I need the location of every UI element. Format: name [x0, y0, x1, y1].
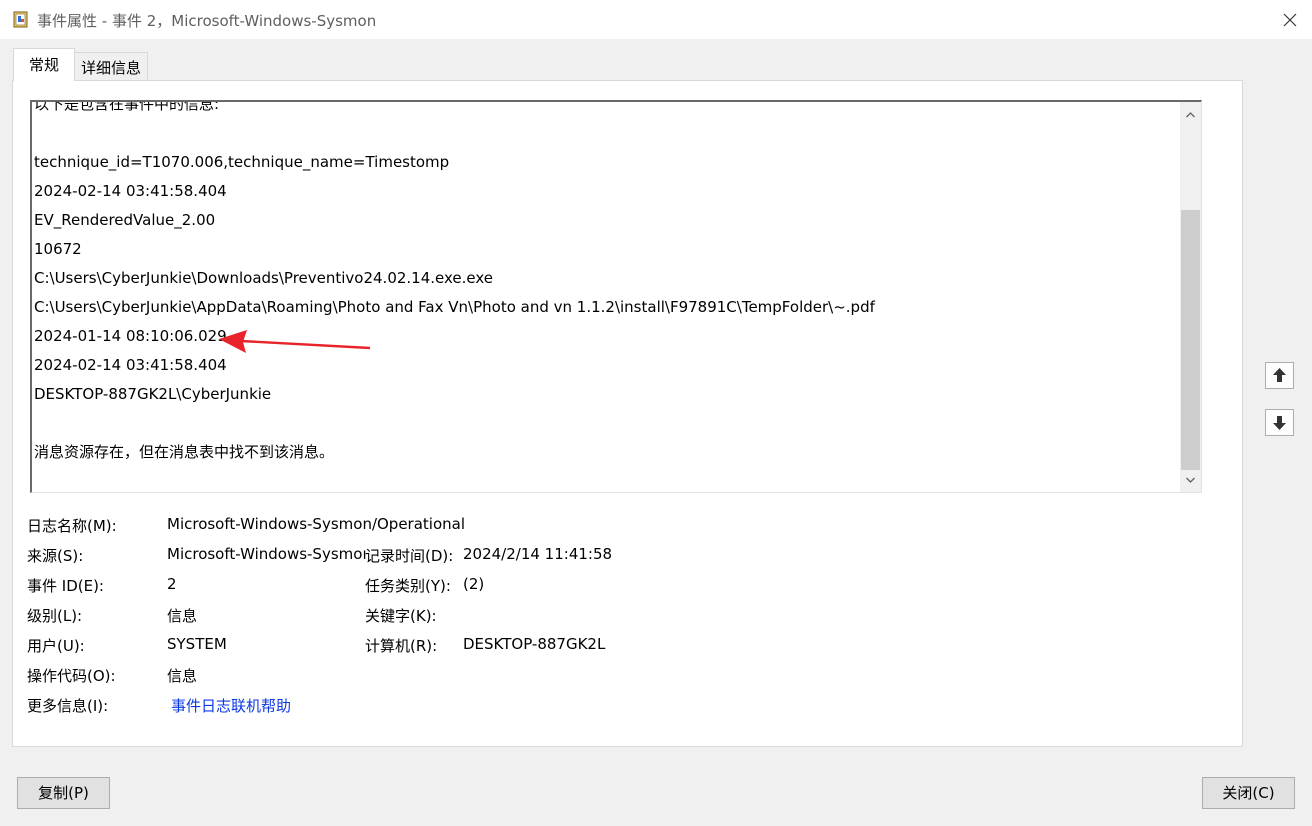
task-category-value: (2): [463, 575, 485, 593]
level-value: 信息: [167, 607, 198, 625]
logged-value: 2024/2/14 11:41:58: [463, 545, 613, 563]
event-id-value: 2: [167, 575, 177, 593]
opcode-value: 信息: [167, 667, 198, 685]
previous-event-button[interactable]: [1265, 362, 1294, 389]
description-line: C:\Users\CyberJunkie\Downloads\Preventiv…: [34, 269, 494, 287]
scroll-down-icon[interactable]: [1180, 469, 1201, 491]
description-line: 2024-02-14 03:41:58.404: [34, 182, 227, 200]
description-line: DESKTOP-887GK2L\CyberJunkie: [34, 385, 272, 403]
description-text: 以下是包含在事件中的信息: technique_id=T1070.006,tec…: [34, 100, 1174, 467]
description-scrollbar[interactable]: [1180, 102, 1201, 492]
event-id-label: 事件 ID(E):: [27, 577, 104, 595]
copy-button[interactable]: 复制(P): [17, 777, 110, 809]
computer-label: 计算机(R):: [365, 637, 438, 655]
next-event-button[interactable]: [1265, 409, 1294, 436]
source-value: Microsoft-Windows-Sysmoı: [167, 545, 367, 563]
description-line: 消息资源存在，但在消息表中找不到该消息。: [34, 443, 335, 461]
log-name-value: Microsoft-Windows-Sysmon/Operational: [167, 515, 466, 533]
more-info-label: 更多信息(I):: [27, 697, 109, 715]
keywords-label: 关键字(K):: [365, 607, 437, 625]
opcode-label: 操作代码(O):: [27, 667, 116, 685]
description-line: 2024-01-14 08:10:06.029: [34, 327, 227, 345]
task-category-label: 任务类别(Y):: [365, 577, 451, 595]
arrow-down-icon: [1273, 416, 1286, 430]
window-title: 事件属性 - 事件 2，Microsoft-Windows-Sysmon: [37, 12, 377, 30]
source-label: 来源(S):: [27, 547, 84, 565]
event-viewer-icon: [13, 11, 28, 28]
tab-general[interactable]: 常规: [13, 48, 75, 81]
computer-value: DESKTOP-887GK2L: [463, 635, 606, 653]
description-line: 以下是包含在事件中的信息:: [34, 100, 220, 113]
tab-details-label: 详细信息: [80, 59, 141, 77]
tab-general-label: 常规: [28, 56, 59, 74]
user-value: SYSTEM: [167, 635, 227, 653]
description-line: [34, 119, 1174, 148]
log-name-label: 日志名称(M):: [27, 517, 117, 535]
title-bar: 事件属性 - 事件 2，Microsoft-Windows-Sysmon: [0, 0, 1312, 39]
description-line: 10672: [34, 240, 82, 258]
red-arrow-annotation: [219, 330, 371, 353]
tab-details[interactable]: 详细信息: [74, 52, 148, 80]
level-label: 级别(L):: [27, 607, 83, 625]
close-icon[interactable]: [1278, 8, 1302, 32]
scrollbar-thumb[interactable]: [1181, 210, 1200, 470]
arrow-up-icon: [1273, 368, 1286, 382]
event-description-box[interactable]: 以下是包含在事件中的信息: technique_id=T1070.006,tec…: [30, 100, 1202, 493]
description-line: C:\Users\CyberJunkie\AppData\Roaming\Pho…: [34, 298, 875, 316]
scroll-up-icon[interactable]: [1180, 104, 1201, 126]
description-line: [34, 409, 1174, 438]
more-info-link[interactable]: 事件日志联机帮助: [171, 695, 291, 716]
close-button[interactable]: 关闭(C): [1202, 777, 1295, 809]
description-line: 2024-02-14 03:41:58.404: [34, 356, 227, 374]
logged-label: 记录时间(D):: [365, 547, 454, 565]
description-line: technique_id=T1070.006,technique_name=Ti…: [34, 153, 450, 171]
user-label: 用户(U):: [27, 637, 85, 655]
description-line: EV_RenderedValue_2.00: [34, 211, 216, 229]
